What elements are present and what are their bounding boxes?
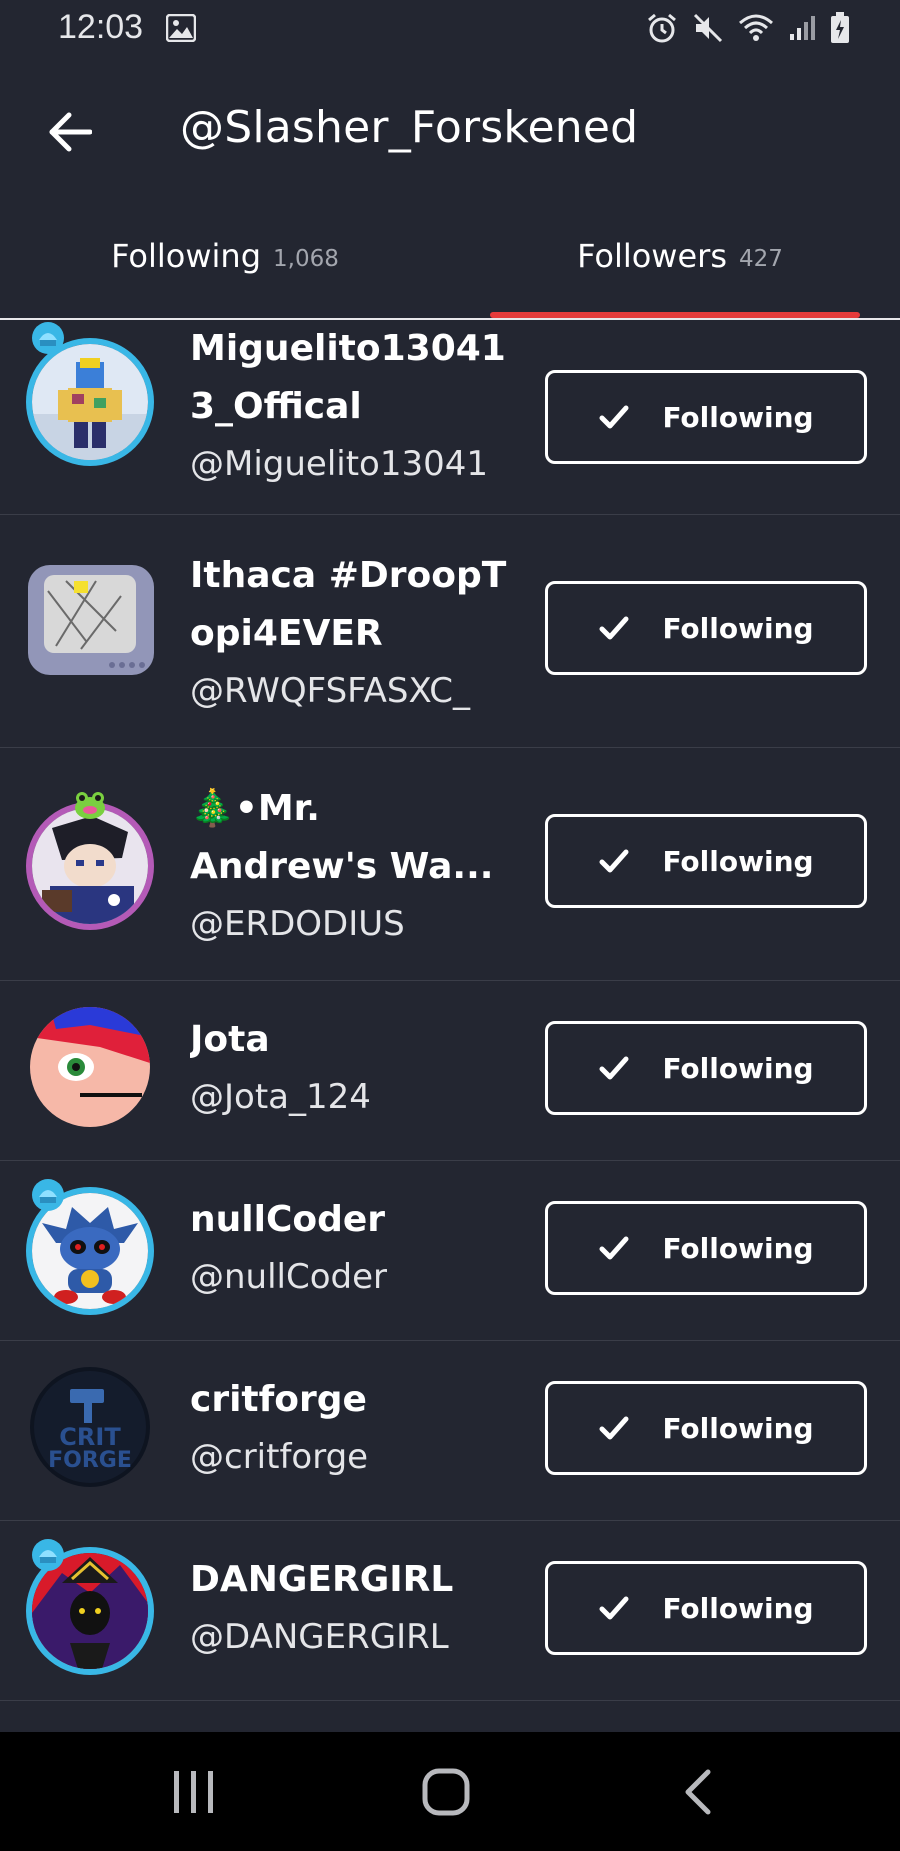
check-icon: [599, 1236, 629, 1260]
username: @nullCoder: [190, 1257, 388, 1297]
gallery-icon: [165, 13, 197, 43]
cartoon-face-avatar-icon: [30, 1007, 150, 1127]
check-icon: [599, 1596, 629, 1620]
username: @Jota_124: [190, 1077, 371, 1117]
display-name: Jota: [190, 1019, 270, 1060]
name-block: 🎄•Mr. Andrew's Wa... @ERDODIUS: [190, 780, 510, 952]
following-button[interactable]: Following: [545, 1021, 867, 1115]
page-title: @Slasher_Forskened: [180, 102, 639, 153]
tab-following[interactable]: Following 1,068: [60, 194, 390, 318]
status-time: 12:03: [58, 8, 144, 46]
username: @DANGERGIRL: [190, 1617, 449, 1657]
recent-apps-button[interactable]: [154, 1762, 234, 1822]
battery-icon: [830, 12, 850, 44]
check-icon: [599, 1416, 629, 1440]
list-item[interactable]: CRIT FORGE critforge @critforge Followin…: [0, 1341, 900, 1521]
svg-text:CRIT: CRIT: [59, 1423, 121, 1451]
anime-avatar-icon: [32, 808, 148, 924]
following-button[interactable]: Following: [545, 1381, 867, 1475]
signal-icon: [788, 14, 816, 42]
avatar[interactable]: [30, 1007, 150, 1127]
active-tab-indicator: [490, 312, 860, 318]
following-button-label: Following: [662, 611, 814, 645]
following-button[interactable]: Following: [545, 581, 867, 675]
avatar[interactable]: CRIT FORGE: [30, 1367, 150, 1487]
display-name: DANGERGIRL: [190, 1559, 454, 1600]
alarm-icon: [646, 12, 678, 44]
username: @RWQFSFASXC_: [190, 671, 471, 711]
list-item[interactable]: Miguelito13041 3_Offical @Miguelito13041…: [0, 320, 900, 515]
following-button[interactable]: Following: [545, 1561, 867, 1655]
display-name: Ithaca #DroopT: [190, 555, 507, 596]
status-bar: 12:03: [0, 0, 900, 60]
following-button-label: Following: [662, 844, 814, 878]
name-block: DANGERGIRL @DANGERGIRL: [190, 1551, 510, 1665]
following-button-label: Following: [662, 1591, 814, 1625]
check-icon: [599, 1056, 629, 1080]
list-item[interactable]: nullCoder @nullCoder Following: [0, 1161, 900, 1341]
avatar[interactable]: [26, 338, 154, 466]
tab-count: 1,068: [273, 246, 339, 272]
screen: 12:03 @Slasher_Forskened Following 1,068…: [0, 0, 900, 1851]
svg-text:FORGE: FORGE: [48, 1448, 132, 1473]
list-item[interactable]: DANGERGIRL @DANGERGIRL Following: [0, 1521, 900, 1701]
username: @ERDODIUS: [190, 904, 405, 944]
status-icons: [646, 12, 850, 44]
following-button-label: Following: [662, 1051, 814, 1085]
username: @Miguelito13041: [190, 444, 489, 484]
following-button-label: Following: [662, 1411, 814, 1445]
display-name: Miguelito13041: [190, 328, 506, 369]
crit-forge-logo-icon: CRIT FORGE: [30, 1367, 150, 1487]
home-icon: [422, 1768, 470, 1816]
following-button[interactable]: Following: [545, 370, 867, 464]
check-icon: [599, 616, 629, 640]
back-nav-button[interactable]: [658, 1762, 738, 1822]
wifi-icon: [738, 13, 774, 43]
list-item[interactable]: Jota @Jota_124 Following: [0, 981, 900, 1161]
list-item[interactable]: Ithaca #DroopT opi4EVER @RWQFSFASXC_ Fol…: [0, 515, 900, 748]
arrow-left-icon: [49, 112, 92, 152]
following-button-label: Following: [662, 400, 814, 434]
display-name: opi4EVER: [190, 613, 383, 654]
display-name: nullCoder: [190, 1199, 386, 1240]
username: @critforge: [190, 1437, 369, 1477]
following-button-label: Following: [662, 1231, 814, 1265]
roblox-avatar-icon: [32, 344, 148, 460]
tv-avatar-icon: [28, 565, 154, 675]
check-icon: [599, 405, 629, 429]
back-button[interactable]: [34, 96, 106, 168]
follower-list[interactable]: Miguelito13041 3_Offical @Miguelito13041…: [0, 320, 900, 1732]
system-nav-bar: [0, 1732, 900, 1851]
avatar[interactable]: [26, 561, 156, 681]
premium-badge-icon: [30, 1177, 66, 1213]
tab-label: Following: [111, 237, 261, 275]
tab-count: 427: [738, 246, 783, 272]
name-block: Ithaca #DroopT opi4EVER @RWQFSFASXC_: [190, 547, 510, 719]
app-bar: @Slasher_Forskened: [0, 70, 900, 194]
tab-bar: Following 1,068 Followers 427: [0, 194, 900, 320]
home-button[interactable]: [406, 1762, 486, 1822]
frog-badge-icon: [72, 786, 108, 822]
name-block: critforge @critforge: [190, 1371, 510, 1485]
list-item[interactable]: 🎄•Mr. Andrew's Wa... @ERDODIUS Following: [0, 748, 900, 981]
premium-badge-icon: [30, 320, 66, 356]
check-icon: [599, 849, 629, 873]
following-button[interactable]: Following: [545, 1201, 867, 1295]
tab-label: Followers: [577, 237, 727, 275]
name-block: Miguelito13041 3_Offical @Miguelito13041: [190, 320, 510, 492]
recent-apps-icon: [174, 1771, 213, 1813]
mute-icon: [692, 12, 724, 44]
display-name: 🎄•Mr.: [190, 788, 320, 829]
name-block: nullCoder @nullCoder: [190, 1191, 510, 1305]
display-name: critforge: [190, 1379, 367, 1420]
chevron-left-icon: [685, 1769, 711, 1815]
tab-followers[interactable]: Followers 427: [500, 194, 860, 318]
name-block: Jota @Jota_124: [190, 1011, 510, 1125]
display-name: Andrew's Wa...: [190, 846, 494, 887]
following-button[interactable]: Following: [545, 814, 867, 908]
display-name: 3_Offical: [190, 386, 362, 427]
premium-badge-icon: [30, 1537, 66, 1573]
